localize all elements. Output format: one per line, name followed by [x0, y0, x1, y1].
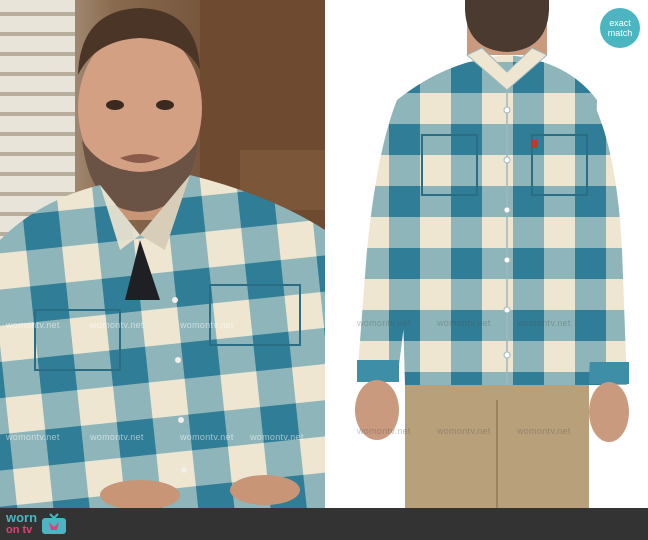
watermark-text: womontv.net	[90, 432, 144, 442]
watermark-text: womontv.net	[517, 318, 571, 328]
footer-bar: worn on tv	[0, 508, 648, 540]
exact-match-badge: exact match	[600, 8, 640, 48]
product-photo: womontv.net womontv.net womontv.net womo…	[327, 0, 648, 508]
watermark-text: womontv.net	[180, 320, 234, 330]
logo-text-ontv: on tv	[6, 524, 33, 536]
logo-text-worn: worn	[6, 510, 38, 525]
watermark-text: womontv.net	[180, 432, 234, 442]
site-logo[interactable]: worn on tv	[6, 510, 67, 536]
watermark-text: womontv.net	[517, 426, 571, 436]
tv-icon	[42, 513, 67, 534]
scene-photo: womontv.net womontv.net womontv.net womo…	[0, 0, 325, 508]
watermark-text: womontv.net	[357, 318, 411, 328]
badge-line2: match	[607, 28, 633, 38]
watermark-text: womontv.net	[6, 432, 60, 442]
watermark-text: womontv.net	[6, 320, 60, 330]
watermark-text: womontv.net	[437, 426, 491, 436]
product-plaid-shirt	[397, 55, 597, 385]
watermark-text: womontv.net	[90, 320, 144, 330]
watermark-text: womontv.net	[437, 318, 491, 328]
watermark-text: womontv.net	[250, 432, 304, 442]
badge-line1: exact	[609, 18, 631, 28]
model-head	[465, 0, 549, 55]
person-head	[78, 8, 202, 212]
watermark-text: womontv.net	[357, 426, 411, 436]
